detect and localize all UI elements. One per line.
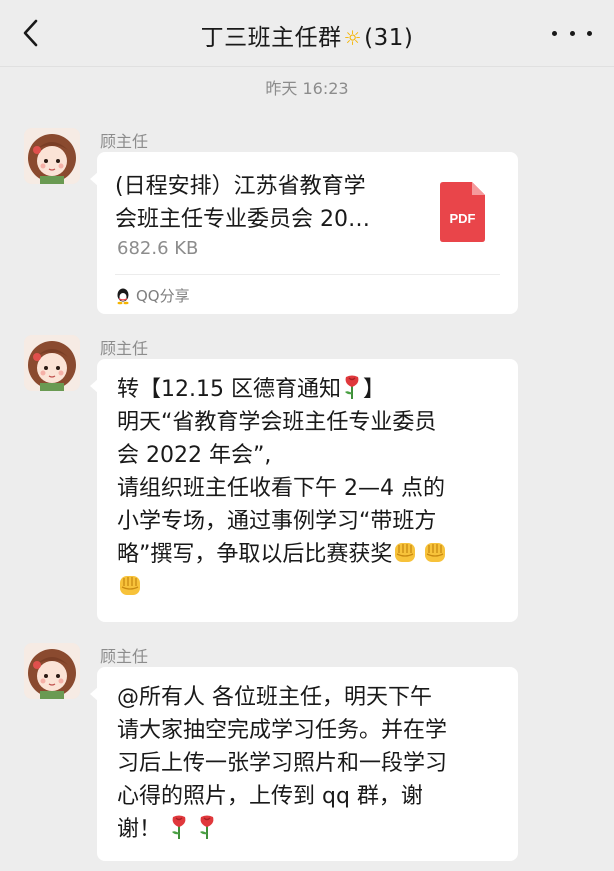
more-dot-icon (587, 30, 592, 36)
text-message-bubble[interactable]: @所有人 各位班主任，明天下午 请大家抽空完成学习任务。并在学 习后上传一张学习… (90, 667, 518, 861)
member-count: (31) (364, 25, 414, 51)
fist-emoji (120, 576, 140, 595)
pdf-icon-label: PDF (450, 211, 476, 226)
message-line: 请大家抽空完成学习任务。并在学 (117, 718, 448, 743)
message-line: 明天“省教育学会班主任专业委员 (117, 410, 437, 435)
rose-emoji (344, 375, 359, 399)
avatar-image (24, 335, 80, 391)
message-text: @所有人 各位班主任，明天下午 请大家抽空完成学习任务。并在学 习后上传一张学习… (117, 681, 507, 846)
chat-title: 丁三班主任群 ☼(31) (0, 18, 614, 52)
message-line: 请组织班主任收看下午 2—4 点的 (117, 476, 445, 501)
rose-emoji (172, 815, 186, 839)
text-message-bubble[interactable]: 转【12.15 区德育通知】 明天“省教育学会班主任专业委员 会 2022 年会… (90, 359, 518, 622)
pdf-file-icon: PDF (440, 182, 485, 242)
avatar[interactable] (24, 335, 80, 391)
message-line: @所有人 各位班主任，明天下午 (117, 685, 432, 710)
message-line-text: 谢！ (117, 817, 162, 842)
message-line: 会 2022 年会”, (117, 443, 272, 468)
message-line-text: 转【12.15 区德育通知 (117, 377, 341, 402)
more-options-button[interactable] (552, 18, 592, 48)
avatar[interactable] (24, 643, 80, 699)
qq-penguin-icon (117, 288, 129, 304)
message-line: 谢！ (117, 813, 507, 846)
message-line-text: 】 (362, 377, 385, 402)
file-source: QQ分享 (115, 285, 190, 306)
file-size: 682.6 KB (117, 238, 199, 259)
sender-name: 顾主任 (100, 647, 149, 666)
group-name: 丁三班主任群 (200, 25, 342, 51)
message-line: 心得的照片，上传到 qq 群，谢 (117, 784, 423, 809)
message-line (117, 571, 507, 604)
message-line: 习后上传一张学习照片和一段学习 (117, 751, 448, 776)
divider (115, 274, 500, 275)
file-name-line: 会班主任专业委员会 20… (115, 207, 370, 232)
file-name: (日程安排）江苏省教育学 会班主任专业委员会 20… (115, 170, 415, 236)
message-line: 略”撰写，争取以后比赛获奖 (117, 538, 507, 571)
more-dot-icon (552, 30, 557, 36)
sender-name: 顾主任 (100, 339, 149, 358)
message-line: 转【12.15 区德育通知】 (117, 373, 507, 406)
avatar[interactable] (24, 128, 80, 184)
more-dot-icon (569, 30, 575, 36)
fist-emoji (395, 543, 416, 562)
avatar-image (24, 643, 80, 699)
chat-header: 丁三班主任群 ☼(31) (0, 0, 614, 67)
message-line: 小学专场，通过事例学习“带班方 (117, 509, 437, 534)
sun-emoji: ☼ (343, 26, 363, 50)
rose-emoji (200, 815, 214, 839)
file-name-line: (日程安排）江苏省教育学 (115, 174, 366, 199)
message-line-text: 略”撰写，争取以后比赛获奖 (117, 542, 393, 567)
source-label: QQ分享 (136, 287, 190, 305)
file-message-bubble[interactable]: (日程安排）江苏省教育学 会班主任专业委员会 20… 682.6 KB PDF … (90, 152, 518, 314)
message-timestamp: 昨天 16:23 (265, 79, 349, 98)
sender-name: 顾主任 (100, 132, 149, 151)
fist-emoji (425, 543, 446, 562)
message-text: 转【12.15 区德育通知】 明天“省教育学会班主任专业委员 会 2022 年会… (117, 373, 507, 604)
avatar-image (24, 128, 80, 184)
